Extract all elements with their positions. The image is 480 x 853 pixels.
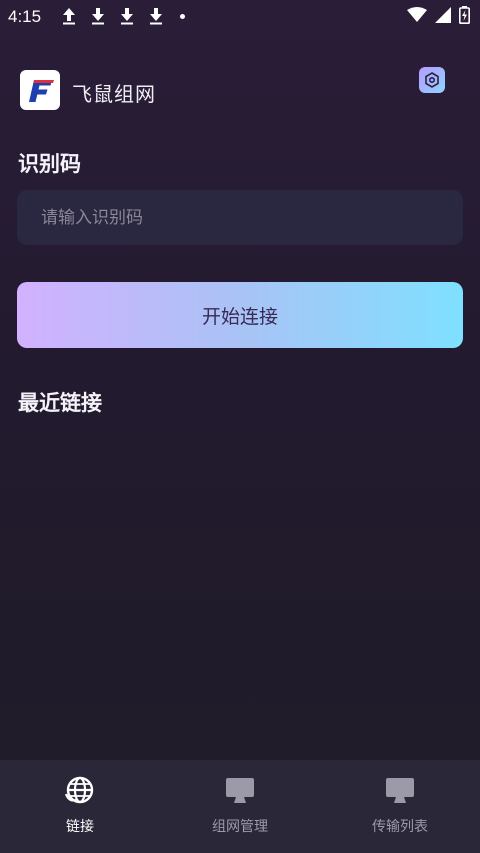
identification-code-label: 识别码 xyxy=(18,152,81,176)
nav-label: 链接 xyxy=(66,819,94,835)
identification-code-input[interactable] xyxy=(17,190,463,245)
upload-icon xyxy=(60,5,78,27)
monitor-icon xyxy=(224,774,256,806)
bottom-navigation: 链接 组网管理 传输列表 xyxy=(0,760,480,853)
notification-icons xyxy=(60,5,185,27)
more-notifications-dot-icon xyxy=(180,13,185,19)
start-connection-button[interactable]: 开始连接 xyxy=(17,282,463,348)
cell-signal-icon xyxy=(435,7,451,27)
globe-icon xyxy=(64,774,96,806)
app-title: 飞鼠组网 xyxy=(72,82,156,106)
download-icon xyxy=(147,5,165,27)
nav-label: 组网管理 xyxy=(212,819,268,835)
identification-code-field[interactable] xyxy=(17,190,463,245)
start-connection-label: 开始连接 xyxy=(201,305,278,328)
app-logo xyxy=(20,70,60,110)
recent-connections-heading: 最近链接 xyxy=(18,391,102,415)
nav-label: 传输列表 xyxy=(372,819,428,835)
download-icon xyxy=(118,5,136,27)
nav-item-link[interactable]: 链接 xyxy=(0,760,160,853)
nav-item-network-management[interactable]: 组网管理 xyxy=(160,760,320,853)
system-icons xyxy=(407,6,470,28)
battery-icon xyxy=(459,6,470,28)
wifi-icon xyxy=(407,7,427,27)
download-icon xyxy=(89,5,107,27)
nav-item-transfer-list[interactable]: 传输列表 xyxy=(320,760,480,853)
settings-button[interactable] xyxy=(419,67,445,93)
settings-hexagon-icon xyxy=(425,72,439,88)
status-bar: 4:15 xyxy=(0,0,480,32)
monitor-icon xyxy=(384,774,416,806)
status-time: 4:15 xyxy=(8,7,42,26)
